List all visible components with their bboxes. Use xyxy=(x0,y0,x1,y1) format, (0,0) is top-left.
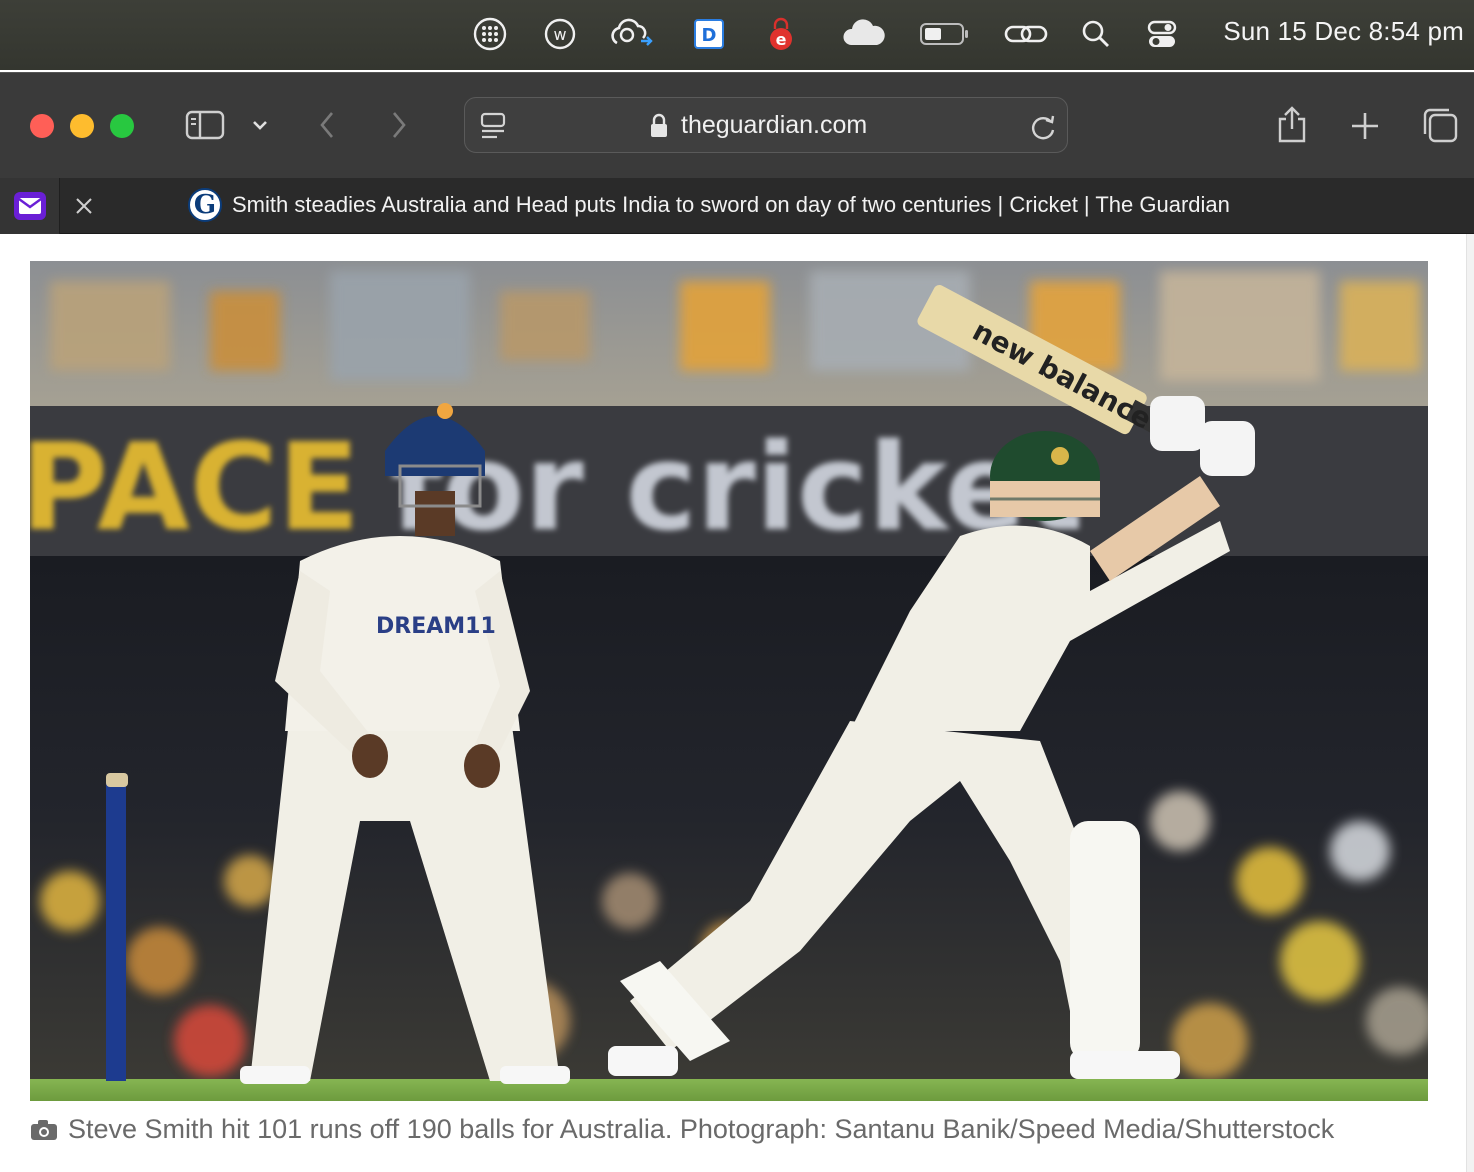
w-circle-icon[interactable]: w xyxy=(540,14,580,54)
guardian-favicon: G xyxy=(188,188,222,222)
close-window-button[interactable] xyxy=(30,114,54,138)
search-icon[interactable] xyxy=(1078,14,1114,54)
mail-icon xyxy=(13,192,46,220)
stumps xyxy=(106,773,128,1081)
forward-button[interactable] xyxy=(384,107,414,143)
e-app-icon[interactable]: e xyxy=(764,14,798,54)
battery-icon[interactable] xyxy=(918,14,972,54)
lock-icon xyxy=(647,112,671,140)
tab-bar: G Smith steadies Australia and Head puts… xyxy=(0,178,1474,234)
favicon-letter: G xyxy=(193,190,217,220)
menu-bar: w D e Sun 15 Dec 8:54 pm xyxy=(0,0,1474,70)
reader-mode-icon[interactable] xyxy=(477,110,509,142)
scrollbar[interactable] xyxy=(1466,234,1474,1172)
cloud-sync-icon[interactable] xyxy=(606,14,658,54)
svg-text:e: e xyxy=(776,30,787,49)
minimize-window-button[interactable] xyxy=(70,114,94,138)
camera-icon xyxy=(31,1119,57,1140)
tab-group-chevron-down-icon[interactable] xyxy=(248,113,272,137)
share-icon[interactable] xyxy=(1274,103,1310,147)
active-tab-title[interactable]: Smith steadies Australia and Head puts I… xyxy=(232,192,1230,218)
zoom-window-button[interactable] xyxy=(110,114,134,138)
reload-icon[interactable] xyxy=(1027,110,1059,142)
article-photo: PACE for cricket DREAM11 new balance xyxy=(30,261,1428,1101)
back-button[interactable] xyxy=(312,107,342,143)
address-bar[interactable]: theguardian.com xyxy=(464,97,1068,153)
page-content: PACE for cricket DREAM11 new balance Ste… xyxy=(0,234,1474,1172)
control-center-icon[interactable] xyxy=(1144,14,1180,54)
menu-bar-clock[interactable]: Sun 15 Dec 8:54 pm xyxy=(1223,16,1464,47)
svg-text:w: w xyxy=(553,25,566,44)
tab-overview-icon[interactable] xyxy=(1420,105,1460,145)
banner-text-left: PACE xyxy=(30,419,360,558)
caption-text: Steve Smith hit 101 runs off 190 balls f… xyxy=(68,1114,1335,1144)
cloud-icon[interactable] xyxy=(840,14,888,54)
fielder-shirt-text: DREAM11 xyxy=(376,614,496,639)
svg-text:D: D xyxy=(702,25,717,46)
pinned-tab-mail[interactable] xyxy=(0,178,60,234)
new-tab-plus-icon[interactable] xyxy=(1348,109,1382,143)
photo-caption: Steve Smith hit 101 runs off 190 balls f… xyxy=(30,1114,1334,1145)
sidebar-toggle-icon[interactable] xyxy=(184,107,226,143)
url-domain: theguardian.com xyxy=(681,111,868,139)
browser-toolbar: theguardian.com xyxy=(0,72,1474,178)
link-icon[interactable] xyxy=(1002,14,1050,54)
d-app-icon[interactable]: D xyxy=(692,14,726,54)
grid-icon[interactable] xyxy=(470,14,510,54)
close-tab-button[interactable] xyxy=(68,190,100,222)
